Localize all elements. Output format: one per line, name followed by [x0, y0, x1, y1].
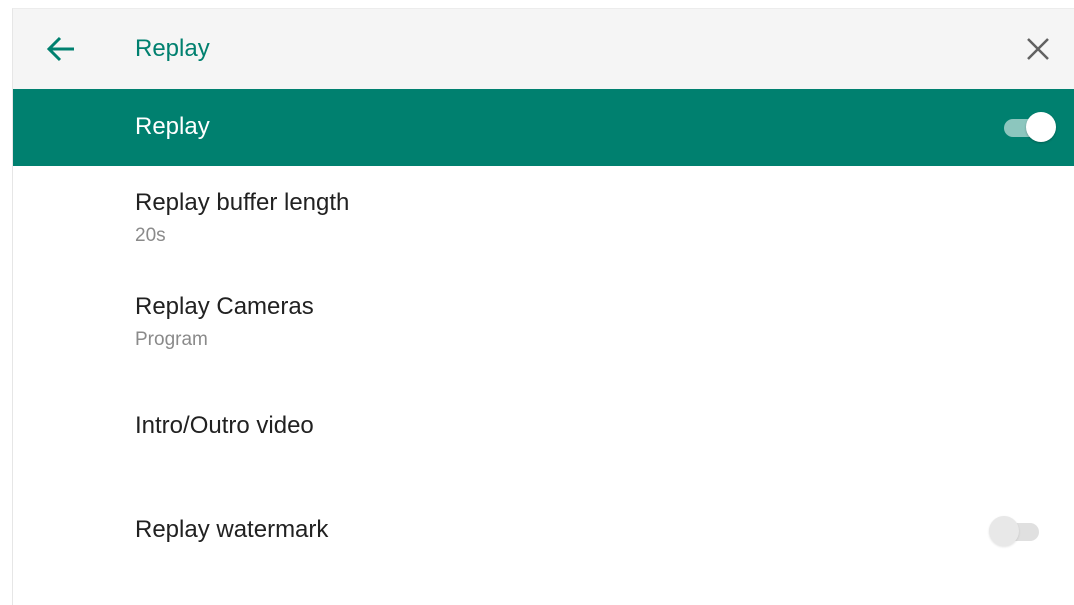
toggle-thumb: [1026, 112, 1056, 142]
item-title: Replay watermark: [135, 516, 329, 543]
top-app-bar: Replay: [13, 9, 1074, 89]
item-title: Intro/Outro video: [135, 412, 314, 439]
replay-watermark-toggle[interactable]: [989, 514, 1043, 548]
replay-master-toggle[interactable]: [1002, 110, 1056, 144]
replay-master-switch-row[interactable]: Replay: [13, 89, 1074, 166]
replay-master-label: Replay: [135, 113, 210, 140]
list-item-replay-buffer-length[interactable]: Replay buffer length 20s: [13, 166, 1074, 271]
arrow-left-icon: [46, 36, 74, 62]
list-item-replay-watermark[interactable]: Replay watermark: [13, 474, 1074, 584]
page-title: Replay: [135, 35, 210, 62]
list-item-replay-cameras[interactable]: Replay Cameras Program: [13, 271, 1074, 374]
toggle-thumb: [989, 516, 1019, 546]
close-button[interactable]: [1020, 31, 1056, 67]
close-icon: [1027, 38, 1049, 60]
settings-panel: Replay Replay Replay buffer length 20s R…: [12, 8, 1074, 605]
item-title: Replay Cameras: [135, 293, 314, 320]
back-button[interactable]: [43, 31, 79, 67]
list-item-intro-outro-video[interactable]: Intro/Outro video: [13, 374, 1074, 474]
item-title: Replay buffer length: [135, 189, 350, 216]
item-subtitle: 20s: [135, 225, 166, 246]
item-subtitle: Program: [135, 329, 208, 350]
